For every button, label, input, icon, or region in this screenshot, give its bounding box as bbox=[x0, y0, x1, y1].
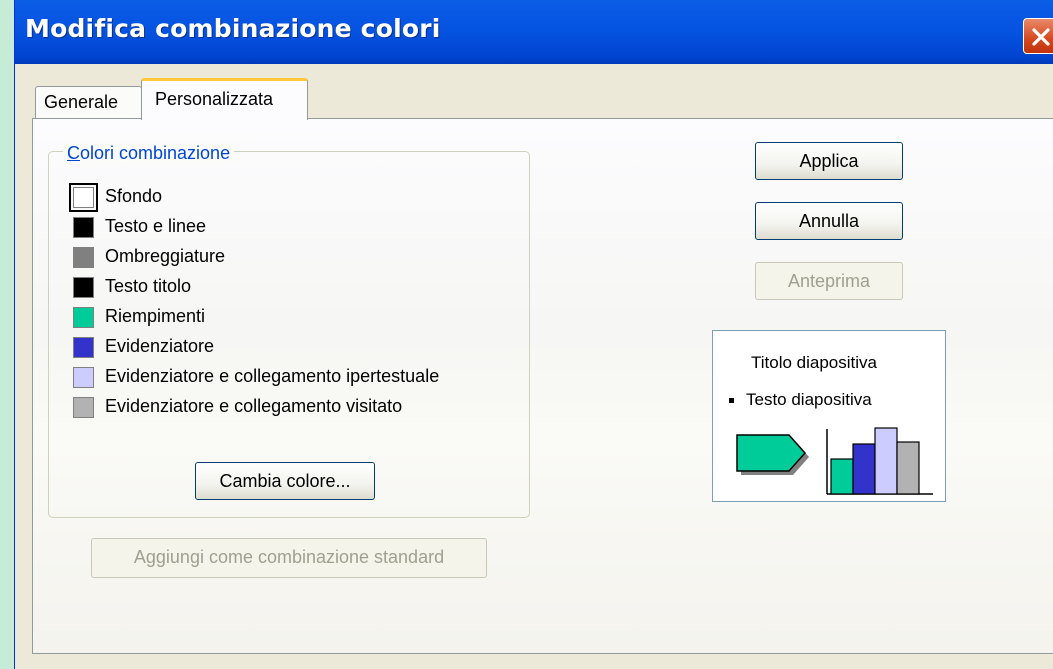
color-item[interactable]: Ombreggiature bbox=[69, 244, 529, 272]
slide-preview: Titolo diapositiva Testo diapositiva bbox=[712, 330, 946, 502]
color-item-label: Testo titolo bbox=[105, 276, 192, 296]
tab-generale-label: Generale bbox=[44, 92, 119, 112]
color-item-label: Evidenziatore e collegamento visitato bbox=[105, 396, 403, 416]
color-swatch bbox=[73, 277, 94, 298]
preview-graphics bbox=[736, 427, 933, 495]
color-scheme-legend: Colori combinazione bbox=[63, 143, 235, 164]
color-item-label: Ombreggiature bbox=[105, 246, 226, 266]
bar-chart-icon bbox=[826, 427, 933, 495]
color-item-label: Evidenziatore bbox=[105, 336, 215, 356]
color-item[interactable]: Sfondo bbox=[69, 183, 529, 212]
color-swatch bbox=[73, 247, 94, 268]
color-item-label: Testo e linee bbox=[105, 216, 207, 236]
color-swatch bbox=[73, 337, 94, 358]
color-swatch bbox=[73, 397, 94, 418]
color-item[interactable]: Evidenziatore bbox=[69, 334, 529, 362]
color-swatch bbox=[73, 367, 94, 388]
apply-button[interactable]: Applica bbox=[755, 142, 903, 180]
close-icon bbox=[1032, 28, 1050, 46]
cancel-button[interactable]: Annulla bbox=[755, 202, 903, 240]
tab-personalizzata-label: Personalizzata bbox=[155, 89, 274, 109]
tab-generale[interactable]: Generale bbox=[35, 86, 142, 118]
color-swatch bbox=[73, 217, 94, 238]
tab-personalizzata[interactable]: Personalizzata bbox=[141, 78, 308, 120]
color-item[interactable]: Evidenziatore e collegamento visitato bbox=[69, 394, 529, 422]
dialog-window: Modifica combinazione colori Generale Pe… bbox=[14, 0, 1053, 669]
window-bottom bbox=[15, 654, 1053, 669]
change-color-button[interactable]: Cambia colore... bbox=[195, 462, 375, 500]
arrow-shape-icon bbox=[736, 434, 809, 475]
preview-button[interactable]: Anteprima bbox=[755, 262, 903, 300]
title-bar[interactable]: Modifica combinazione colori bbox=[15, 0, 1053, 64]
color-item[interactable]: Evidenziatore e collegamento ipertestual… bbox=[69, 364, 529, 392]
add-standard-scheme-button[interactable]: Aggiungi come combinazione standard bbox=[91, 538, 487, 578]
color-swatch bbox=[69, 183, 98, 212]
color-item-label: Riempimenti bbox=[105, 306, 206, 326]
color-item[interactable]: Riempimenti bbox=[69, 304, 529, 332]
color-item[interactable]: Testo e linee bbox=[69, 214, 529, 242]
close-button[interactable] bbox=[1023, 18, 1053, 54]
color-item[interactable]: Testo titolo bbox=[69, 274, 529, 302]
color-item-label: Evidenziatore e collegamento ipertestual… bbox=[105, 366, 440, 386]
color-item-label: Sfondo bbox=[105, 186, 163, 206]
window-title: Modifica combinazione colori bbox=[25, 14, 441, 43]
color-swatch bbox=[73, 307, 94, 328]
